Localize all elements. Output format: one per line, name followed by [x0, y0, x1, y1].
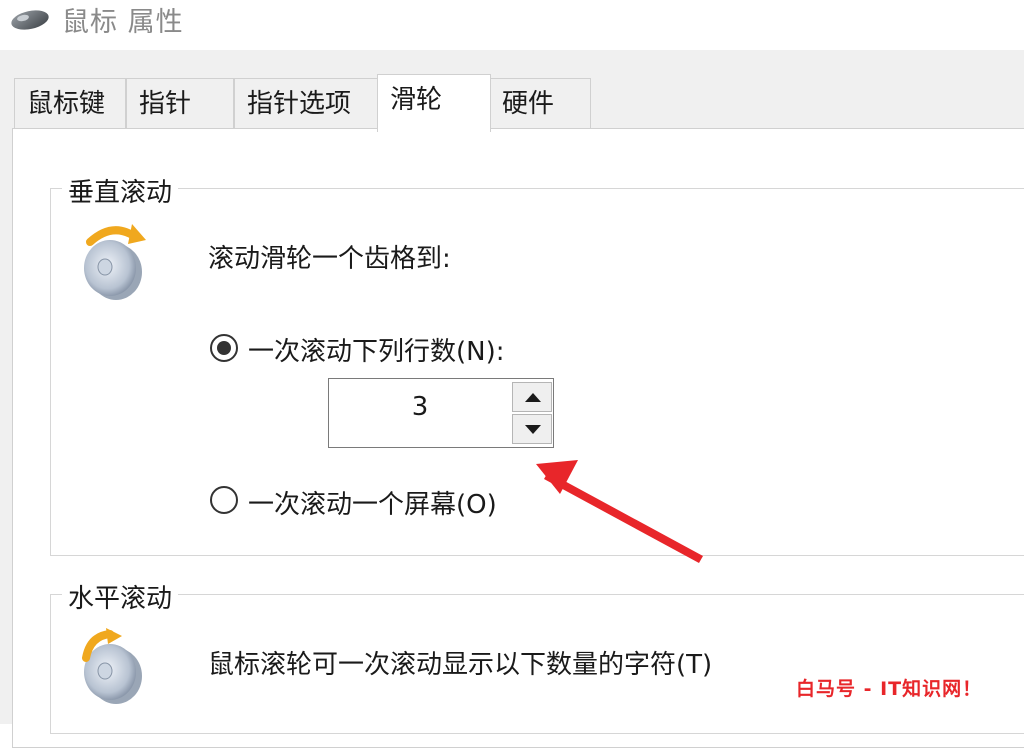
title-bar: 鼠标 属性 — [0, 0, 1024, 50]
vertical-scroll-group — [50, 188, 1024, 556]
tab-pointers[interactable]: 指针 — [126, 78, 234, 128]
vertical-scroll-title: 垂直滚动 — [62, 172, 179, 209]
mouse-icon — [6, 2, 52, 36]
radio-scroll-lines-label: 一次滚动下列行数(N): — [248, 337, 505, 367]
radio-scroll-lines[interactable] — [210, 334, 238, 362]
scroll-wheel-horizontal-icon — [76, 628, 154, 714]
vertical-scroll-prompt: 滚动滑轮一个齿格到: — [208, 244, 451, 274]
spin-up-button[interactable] — [512, 382, 552, 412]
tab-buttons[interactable]: 鼠标键 — [14, 78, 126, 128]
tab-pointer-options[interactable]: 指针选项 — [234, 78, 378, 128]
triangle-down-icon — [525, 425, 541, 434]
radio-scroll-screen[interactable] — [210, 486, 238, 514]
tab-hardware[interactable]: 硬件 — [489, 78, 591, 128]
tab-strip: 鼠标键 指针 指针选项 滑轮 硬件 — [0, 50, 1024, 132]
scroll-wheel-vertical-icon — [76, 220, 154, 306]
watermark-text: 白马号 - IT知识网！ — [796, 678, 983, 700]
triangle-up-icon — [525, 393, 541, 402]
radio-scroll-screen-label: 一次滚动一个屏幕(O) — [248, 490, 497, 520]
horizontal-scroll-title: 水平滚动 — [62, 578, 179, 615]
tab-wheel[interactable]: 滑轮 — [377, 74, 491, 132]
radio-selected-dot — [217, 341, 231, 355]
horizontal-scroll-prompt: 鼠标滚轮可一次滚动显示以下数量的字符(T) — [208, 650, 713, 680]
lines-spin-control[interactable]: 3 — [328, 378, 554, 448]
lines-value-input[interactable]: 3 — [329, 379, 511, 447]
spin-down-button[interactable] — [512, 414, 552, 444]
window-title: 鼠标 属性 — [62, 7, 184, 38]
